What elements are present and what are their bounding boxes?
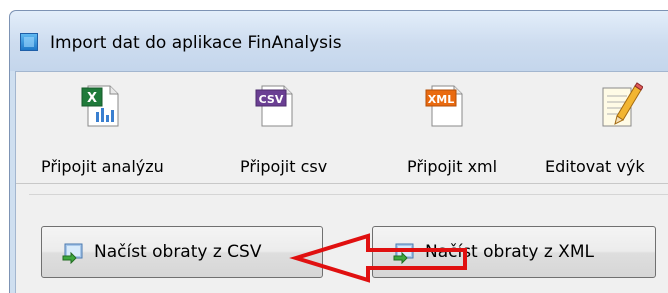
csv-file-icon: CSV: [254, 82, 300, 128]
app-window: Import dat do aplikace FinAnalysis X Při…: [9, 10, 668, 293]
toolbar-button-editovat[interactable]: Editovat výk: [541, 72, 668, 183]
title-bar[interactable]: Import dat do aplikace FinAnalysis: [10, 11, 668, 71]
toolbar-button-pripojit-csv[interactable]: CSV Připojit csv: [216, 72, 356, 183]
load-csv-label: Načíst obraty z CSV: [94, 242, 262, 262]
load-xml-button[interactable]: Načíst obraty z XML: [372, 226, 656, 278]
toolbar: X Připojit analýzu CSV Připojit csv XML …: [16, 72, 668, 183]
load-xml-label: Načíst obraty z XML: [425, 242, 594, 262]
xml-file-icon: XML: [424, 82, 470, 128]
load-csv-button[interactable]: Načíst obraty z CSV: [41, 226, 323, 278]
excel-icon: X: [78, 82, 124, 128]
toolbar-label: Připojit xml: [407, 157, 498, 176]
import-icon: [393, 242, 415, 265]
edit-pencil-icon: [597, 82, 644, 128]
panel-border: [29, 194, 668, 195]
svg-text:X: X: [87, 91, 97, 106]
toolbar-button-pripojit-xml[interactable]: XML Připojit xml: [386, 72, 526, 183]
toolbar-label: Připojit csv: [240, 157, 328, 176]
import-icon: [62, 242, 84, 265]
app-window-icon: [20, 33, 38, 51]
client-area: X Připojit analýzu CSV Připojit csv XML …: [15, 71, 668, 293]
toolbar-button-pripojit-analyzu[interactable]: X Připojit analýzu: [16, 72, 176, 183]
toolbar-label: Editovat výk: [545, 157, 645, 176]
xml-badge-text: XML: [428, 93, 454, 106]
toolbar-label: Připojit analýzu: [41, 157, 164, 176]
window-title: Import dat do aplikace FinAnalysis: [50, 33, 342, 53]
csv-badge-text: CSV: [259, 93, 284, 106]
top-strip: [0, 0, 668, 10]
content-panel: Načíst obraty z CSV Načíst obraty z XML: [16, 184, 668, 293]
